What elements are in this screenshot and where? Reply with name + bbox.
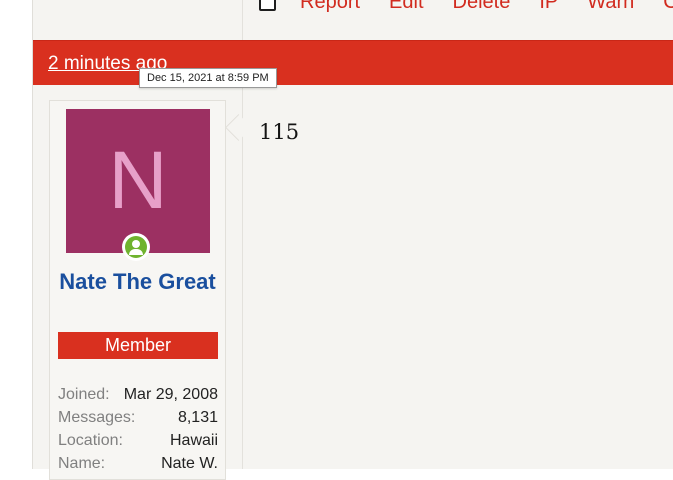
- column-divider: [242, 0, 243, 40]
- post-actions: Report Edit Delete IP Warn C: [259, 0, 673, 16]
- stat-label: Messages:: [58, 409, 136, 426]
- stat-value: 8,131: [177, 409, 218, 426]
- stat-name: Name: Nate W.: [58, 452, 218, 475]
- more-actions-link[interactable]: C: [663, 0, 673, 14]
- delete-link[interactable]: Delete: [453, 0, 511, 14]
- stat-messages: Messages: 8,131: [58, 406, 218, 429]
- thread-page: Report Edit Delete IP Warn C 2 minutes a…: [32, 0, 673, 480]
- post-content: 115: [259, 120, 300, 144]
- message-arrow: [225, 114, 252, 141]
- stat-label: Location:: [58, 432, 123, 449]
- column-divider: [242, 84, 243, 469]
- select-post-checkbox[interactable]: [259, 0, 276, 11]
- avatar-letter: N: [108, 135, 168, 226]
- post-header-bar: 2 minutes ago: [33, 40, 673, 85]
- online-status-icon: [122, 233, 150, 261]
- user-role-banner: Member: [58, 332, 218, 359]
- stat-value: Mar 29, 2008: [123, 386, 218, 403]
- stat-value: Hawaii: [169, 432, 218, 449]
- timestamp-tooltip: Dec 15, 2021 at 8:59 PM: [139, 68, 277, 88]
- username-link[interactable]: Nate The Great: [50, 265, 225, 299]
- report-link[interactable]: Report: [300, 0, 360, 14]
- user-stats: Joined: Mar 29, 2008 Messages: 8,131 Loc…: [58, 383, 218, 475]
- warn-link[interactable]: Warn: [587, 0, 634, 14]
- ip-link[interactable]: IP: [539, 0, 558, 14]
- user-info-panel: N Nate The Great Member Joined: Mar 29, …: [49, 100, 226, 480]
- stat-location: Location: Hawaii: [58, 429, 218, 452]
- avatar[interactable]: N: [66, 109, 210, 253]
- user-icon: [125, 236, 147, 258]
- stat-label: Name:: [58, 455, 106, 472]
- stat-joined: Joined: Mar 29, 2008: [58, 383, 218, 406]
- edit-link[interactable]: Edit: [389, 0, 423, 14]
- stat-value: Nate W.: [161, 455, 218, 472]
- previous-post-footer: Report Edit Delete IP Warn C: [33, 0, 673, 40]
- stat-label: Joined:: [58, 386, 110, 403]
